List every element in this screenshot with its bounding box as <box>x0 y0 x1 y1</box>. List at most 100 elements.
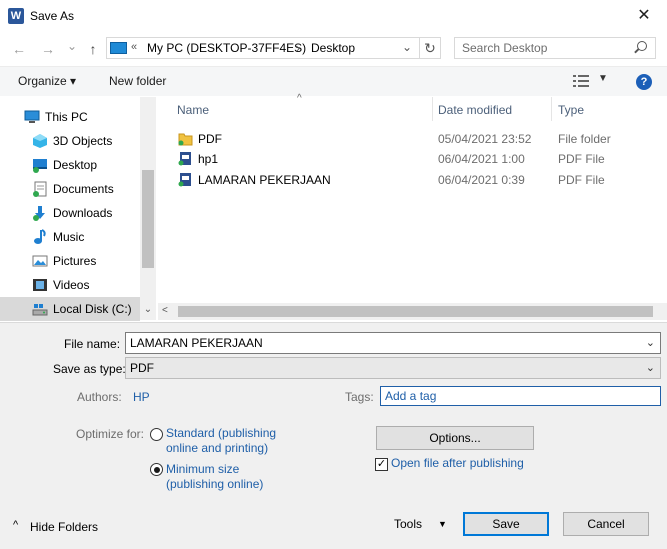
address-segment-my-pc[interactable]: My PC (DESKTOP-37FF4ES) <box>147 41 306 55</box>
open-after-publishing-label[interactable]: Open file after publishing <box>391 456 524 470</box>
nav-item-label: Downloads <box>53 206 113 220</box>
recent-locations-dropdown-icon[interactable]: ⌄ <box>61 35 83 57</box>
nav-item-documents[interactable]: Documents <box>0 177 140 201</box>
nav-item-label: Music <box>53 230 85 244</box>
local-disk-icon <box>32 304 48 316</box>
nav-item-label: Desktop <box>53 158 98 172</box>
file-name-input[interactable]: LAMARAN PEKERJAAN ⌄ <box>125 332 661 354</box>
file-name-dropdown-icon[interactable]: ⌄ <box>646 336 655 349</box>
nav-item-3d-objects[interactable]: 3D Objects <box>0 129 140 153</box>
tags-input[interactable]: Add a tag <box>380 386 661 406</box>
address-dropdown-icon[interactable]: ⌄ <box>402 40 412 54</box>
forward-arrow-icon[interactable]: → <box>37 38 59 60</box>
hide-folders-caret-icon[interactable]: ^ <box>13 519 18 531</box>
optimize-standard-label-line2[interactable]: online and printing) <box>166 441 268 455</box>
word-app-icon: W <box>8 8 24 24</box>
new-folder-button[interactable]: New folder <box>109 74 166 88</box>
back-arrow-icon[interactable]: ← <box>8 38 30 60</box>
save-button[interactable]: Save <box>463 512 549 536</box>
file-name: hp1 <box>198 152 219 166</box>
view-dropdown-icon[interactable]: ▼ <box>598 73 608 84</box>
address-bar[interactable]: « My PC (DESKTOP-37FF4ES) › Desktop ⌄ <box>106 37 420 59</box>
horizontal-scrollbar[interactable]: < <box>158 303 667 320</box>
nav-item-label: Local Disk (C:) <box>53 302 132 316</box>
up-arrow-icon[interactable]: ↑ <box>82 38 104 60</box>
nav-item-downloads[interactable]: Downloads <box>0 201 140 225</box>
nav-item-music[interactable]: Music <box>0 225 140 249</box>
file-type: PDF File <box>558 152 605 166</box>
refresh-icon[interactable]: ↻ <box>420 37 441 59</box>
folder-icon <box>178 133 193 146</box>
file-row[interactable]: PDF 05/04/2021 23:52 File folder <box>174 129 667 149</box>
nav-item-local-disk[interactable]: Local Disk (C:) <box>0 297 140 321</box>
save-options-panel: File name: LAMARAN PEKERJAAN ⌄ Save as t… <box>0 322 667 549</box>
optimize-minimum-label-line2[interactable]: (publishing online) <box>166 477 263 491</box>
nav-item-label: 3D Objects <box>53 134 113 148</box>
address-segment-desktop[interactable]: Desktop <box>311 41 355 55</box>
file-type: File folder <box>558 132 611 146</box>
pictures-icon <box>32 255 48 267</box>
optimize-standard-radio[interactable] <box>150 428 163 441</box>
column-header-date-modified[interactable]: Date modified <box>438 103 512 117</box>
toolbar: Organize ▾ New folder ▼ ? <box>0 66 667 96</box>
optimize-minimum-radio[interactable] <box>150 463 163 476</box>
desktop-icon <box>33 159 47 173</box>
file-name: LAMARAN PEKERJAAN <box>198 173 331 187</box>
file-name-value: LAMARAN PEKERJAAN <box>130 336 263 350</box>
nav-item-label: Documents <box>53 182 114 196</box>
nav-item-this-pc[interactable]: This PC <box>0 105 140 129</box>
organize-button[interactable]: Organize ▾ <box>18 74 76 88</box>
address-overflow-chevron[interactable]: « <box>131 41 137 53</box>
pdf-file-icon <box>178 173 191 187</box>
file-row[interactable]: hp1 06/04/2021 1:00 PDF File <box>174 149 667 169</box>
nav-scroll-down-icon[interactable]: ⌄ <box>140 304 156 318</box>
help-icon[interactable]: ? <box>636 74 652 90</box>
options-button[interactable]: Options... <box>376 426 534 450</box>
tools-dropdown-icon[interactable]: ▼ <box>438 519 447 529</box>
optimize-standard-label-line1[interactable]: Standard (publishing <box>166 426 276 440</box>
pdf-file-icon <box>178 152 191 166</box>
close-button[interactable]: ✕ <box>621 0 667 32</box>
sort-ascending-icon: ^ <box>297 93 302 104</box>
authors-value[interactable]: HP <box>133 390 150 404</box>
column-divider[interactable] <box>432 97 433 121</box>
cancel-button[interactable]: Cancel <box>563 512 649 536</box>
file-row[interactable]: LAMARAN PEKERJAAN 06/04/2021 0:39 PDF Fi… <box>174 170 667 190</box>
nav-item-label: This PC <box>45 110 88 124</box>
optimize-minimum-label-line1[interactable]: Minimum size <box>166 462 239 476</box>
save-as-type-label: Save as type: <box>53 362 126 376</box>
file-name-label: File name: <box>64 337 121 351</box>
file-name: PDF <box>198 132 222 146</box>
downloads-icon <box>33 206 45 221</box>
open-after-publishing-checkbox[interactable]: ✓ <box>375 458 388 471</box>
column-header-name[interactable]: Name <box>177 103 209 117</box>
save-as-type-dropdown-icon[interactable]: ⌄ <box>646 361 655 374</box>
tags-placeholder: Add a tag <box>385 389 437 403</box>
authors-label: Authors: <box>77 390 122 404</box>
view-options-icon[interactable] <box>573 75 589 87</box>
search-input[interactable]: Search Desktop <box>454 37 656 59</box>
nav-pane-scroll-thumb[interactable] <box>142 170 154 268</box>
column-header-type[interactable]: Type <box>558 103 584 117</box>
nav-item-videos[interactable]: Videos <box>0 273 140 297</box>
file-list: ^ Name Date modified Type PDF 05/04/2021… <box>158 93 667 303</box>
3d-objects-icon <box>33 134 47 148</box>
save-as-type-select[interactable]: PDF ⌄ <box>125 357 661 379</box>
nav-item-pictures[interactable]: Pictures <box>0 249 140 273</box>
file-date: 05/04/2021 23:52 <box>438 132 532 146</box>
computer-icon <box>110 42 127 54</box>
address-separator-icon[interactable]: › <box>296 41 300 55</box>
music-icon <box>34 229 46 244</box>
hide-folders-button[interactable]: Hide Folders <box>30 520 98 534</box>
navigation-pane: This PC 3D Objects Desktop Documents Dow… <box>0 97 156 321</box>
nav-item-desktop[interactable]: Desktop <box>0 153 140 177</box>
horizontal-scroll-thumb[interactable] <box>178 306 653 317</box>
this-pc-icon <box>24 110 40 123</box>
optimize-for-label: Optimize for: <box>76 427 145 441</box>
tools-button[interactable]: Tools <box>394 517 422 531</box>
file-date: 06/04/2021 1:00 <box>438 152 525 166</box>
documents-icon <box>33 181 47 197</box>
column-divider[interactable] <box>551 97 552 121</box>
scroll-left-icon[interactable]: < <box>162 305 168 316</box>
videos-icon <box>33 279 47 291</box>
